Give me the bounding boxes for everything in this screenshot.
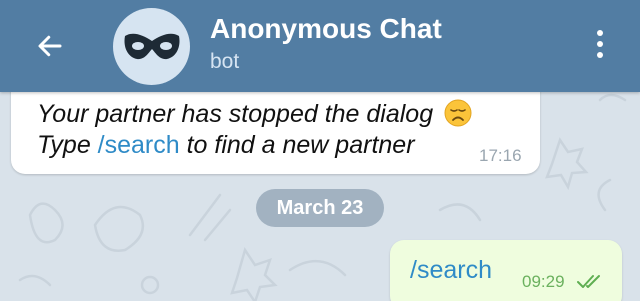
outgoing-message-timestamp: 09:29 <box>522 272 565 291</box>
kebab-menu-icon <box>597 30 603 36</box>
kebab-menu-icon-dot <box>597 41 603 47</box>
chat-subtitle: bot <box>210 50 240 73</box>
back-button[interactable] <box>22 26 78 66</box>
search-command-link[interactable]: /search <box>98 131 180 159</box>
double-check-icon <box>577 275 600 288</box>
chat-header: Anonymous Chat bot <box>0 0 640 92</box>
disappointed-face-emoji-icon <box>444 99 472 127</box>
kebab-menu-icon-dot <box>597 52 603 58</box>
message-timestamp: 17:16 <box>479 146 522 165</box>
more-options-button[interactable] <box>585 24 615 64</box>
bot-avatar[interactable] <box>113 8 190 85</box>
arrow-left-icon <box>38 35 62 57</box>
mask-icon <box>124 33 179 59</box>
outgoing-message-bubble[interactable]: /search 09:29 <box>390 240 622 301</box>
message-text-suffix: to find a new partner <box>179 131 415 159</box>
date-separator: March 23 <box>256 189 384 227</box>
chat-title: Anonymous Chat <box>210 13 442 44</box>
message-text: Your partner has stopped the dialog <box>37 100 434 128</box>
message-text-prefix: Type <box>37 131 98 159</box>
chat-title-block[interactable]: Anonymous Chat bot <box>210 12 442 76</box>
message-line: Your partner has stopped the dialog <box>37 98 472 130</box>
message-line: Type /search to find a new partner <box>37 129 415 161</box>
outgoing-message-text[interactable]: /search <box>410 256 492 285</box>
